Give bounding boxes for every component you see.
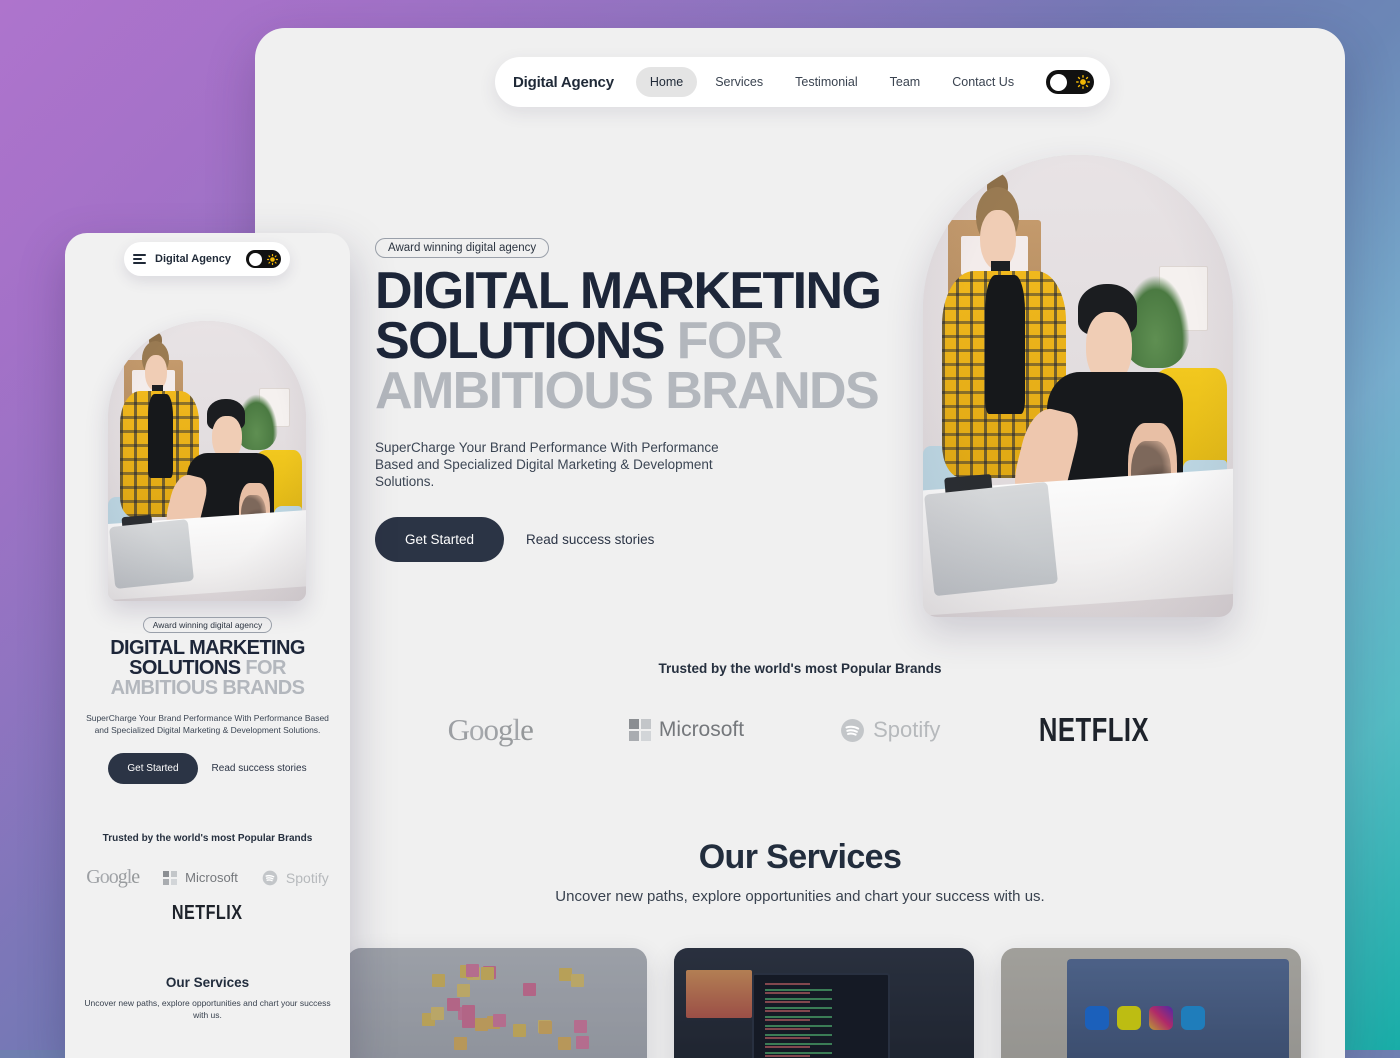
hero-cta-group: Get Started Read success stories [375, 517, 905, 562]
mobile-award-badge: Award winning digital agency [143, 617, 272, 633]
trusted-caption: Trusted by the world's most Popular Bran… [255, 661, 1345, 676]
service-card-social-media[interactable] [1001, 948, 1301, 1058]
trusted-brands-section: Trusted by the world's most Popular Bran… [255, 661, 1345, 748]
hero-image [923, 155, 1233, 617]
hero-text-block: Award winning digital agency DIGITAL MAR… [375, 238, 905, 562]
award-badge: Award winning digital agency [375, 238, 549, 258]
spotify-wordmark: Spotify [873, 717, 940, 743]
hero-subtitle: SuperCharge Your Brand Performance With … [375, 439, 745, 491]
desktop-navbar: Digital Agency Home Services Testimonial… [495, 57, 1110, 107]
service-card-workshop[interactable] [347, 948, 647, 1058]
mobile-brand-logo: Digital Agency [155, 253, 231, 265]
mobile-hero-image [108, 321, 306, 601]
sun-icon [1076, 75, 1090, 89]
mobile-get-started-button[interactable]: Get Started [108, 753, 197, 784]
spotify-logo: Spotify [840, 717, 940, 743]
mobile-services-heading-block: Our Services Uncover new paths, explore … [81, 975, 334, 1022]
mobile-services-title: Our Services [81, 975, 334, 990]
nav-item-testimonial[interactable]: Testimonial [781, 67, 872, 97]
mobile-hero-title: DIGITAL MARKETING SOLUTIONS FOR AMBITIOU… [79, 638, 336, 698]
hero-title: DIGITAL MARKETING SOLUTIONS FOR AMBITIOU… [375, 267, 905, 417]
netflix-logo: NETFLIX [1039, 711, 1149, 749]
nav-item-home[interactable]: Home [636, 67, 697, 97]
mobile-navbar: Digital Agency [124, 242, 290, 276]
theme-toggle[interactable] [1046, 70, 1094, 94]
mobile-hero-photo-illustration [108, 321, 306, 601]
microsoft-wordmark: Microsoft [185, 870, 238, 885]
hero-photo-illustration [923, 155, 1233, 617]
spotify-wordmark: Spotify [286, 870, 329, 886]
brand-logo: Digital Agency [513, 74, 614, 91]
mobile-trusted-caption: Trusted by the world's most Popular Bran… [65, 833, 350, 844]
mobile-read-success-stories-link[interactable]: Read success stories [212, 763, 307, 774]
desktop-mockup: Digital Agency Home Services Testimonial… [255, 28, 1345, 1058]
mobile-mockup: Digital Agency Award winning digital age… [65, 233, 350, 1058]
brand-logo-row: Google Microsoft Spotify NETFLIX [255, 712, 1345, 748]
microsoft-squares-icon [163, 871, 177, 885]
nav-item-contact-us[interactable]: Contact Us [938, 67, 1028, 97]
microsoft-squares-icon [629, 719, 651, 741]
mobile-toggle-knob [249, 253, 262, 266]
microsoft-wordmark: Microsoft [659, 718, 744, 742]
read-success-stories-link[interactable]: Read success stories [526, 532, 654, 547]
netflix-logo: NETFLIX [172, 901, 243, 925]
nav-item-team[interactable]: Team [876, 67, 935, 97]
microsoft-logo: Microsoft [163, 870, 238, 885]
mobile-cta-group: Get Started Read success stories [65, 753, 350, 784]
toggle-knob [1050, 74, 1067, 91]
service-card-development[interactable] [674, 948, 974, 1058]
spotify-circle-icon [840, 718, 865, 743]
service-cards-row [347, 948, 1301, 1058]
microsoft-logo: Microsoft [629, 718, 744, 742]
mobile-brand-logo-row-1: Google Microsoft Spotify [65, 866, 350, 889]
nav-links: Home Services Testimonial Team Contact U… [636, 67, 1028, 97]
mobile-brand-logo-row-2: NETFLIX [65, 903, 350, 923]
spotify-logo: Spotify [262, 870, 329, 886]
spotify-circle-icon [262, 870, 278, 886]
services-heading-block: Our Services Uncover new paths, explore … [255, 838, 1345, 905]
hero-title-dark: DIGITAL MARKETING SOLUTIONS [375, 262, 880, 370]
mobile-services-subtitle: Uncover new paths, explore opportunities… [81, 997, 334, 1022]
services-subtitle: Uncover new paths, explore opportunities… [255, 888, 1345, 905]
hamburger-icon[interactable] [133, 254, 146, 264]
mobile-hero-text-block: Award winning digital agency DIGITAL MAR… [79, 615, 336, 737]
nav-item-services[interactable]: Services [701, 67, 777, 97]
mobile-theme-toggle[interactable] [246, 250, 281, 268]
services-title: Our Services [255, 838, 1345, 877]
get-started-button[interactable]: Get Started [375, 517, 504, 562]
mobile-hero-subtitle: SuperCharge Your Brand Performance With … [79, 712, 336, 737]
sun-icon [267, 254, 278, 265]
google-logo: Google [448, 712, 533, 748]
google-logo: Google [86, 866, 139, 889]
mobile-trusted-brands-section: Trusted by the world's most Popular Bran… [65, 833, 350, 923]
